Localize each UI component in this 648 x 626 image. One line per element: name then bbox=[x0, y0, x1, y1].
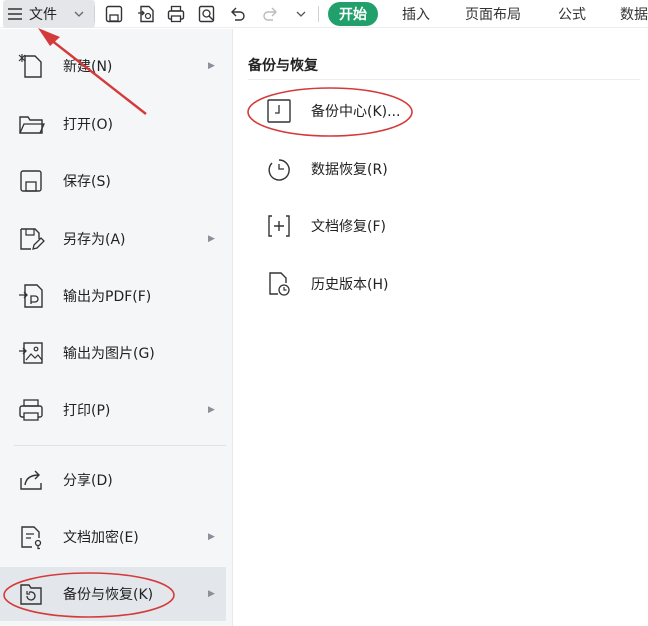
top-toolbar: 文件 开始 插入 页面布局 公式 数据 bbox=[0, 0, 648, 28]
tab-home[interactable]: 开始 bbox=[328, 2, 378, 26]
document-repair-icon bbox=[268, 215, 290, 237]
folder-icon bbox=[19, 116, 45, 134]
submenu-item-document-repair[interactable]: 文档修复(F) bbox=[260, 206, 560, 246]
sidebar-item-save[interactable]: 保存(S) bbox=[0, 154, 226, 208]
print-icon[interactable] bbox=[166, 4, 186, 24]
sidebar-item-label: 保存(S) bbox=[63, 174, 111, 190]
export-pdf-icon[interactable] bbox=[136, 4, 156, 24]
sidebar-item-new[interactable]: 新建(N) ▶ bbox=[0, 39, 226, 93]
tab-data[interactable]: 数据 bbox=[620, 0, 648, 28]
sidebar-item-encrypt[interactable]: 文档加密(E) ▶ bbox=[0, 510, 226, 564]
tab-page-layout[interactable]: 页面布局 bbox=[465, 0, 521, 28]
submenu-item-backup-center[interactable]: 备份中心(K)... bbox=[260, 91, 560, 131]
toolbar-divider bbox=[318, 6, 319, 22]
sidebar-item-share[interactable]: 分享(D) bbox=[0, 453, 226, 507]
panel-title: 备份与恢复 bbox=[248, 58, 318, 74]
more-dropdown-icon[interactable] bbox=[294, 7, 308, 21]
sidebar-item-export-image[interactable]: 输出为图片(G) bbox=[0, 326, 226, 380]
sidebar-item-label: 输出为PDF(F) bbox=[63, 289, 152, 305]
submenu-panel: 备份与恢复 备份中心(K)... 数据恢复(R) 文档修复(F) 历史版本(H) bbox=[234, 29, 648, 626]
redo-icon[interactable] bbox=[260, 4, 280, 24]
save-icon bbox=[20, 170, 42, 192]
encrypt-icon bbox=[21, 526, 42, 550]
toolbar-divider bbox=[94, 6, 95, 22]
submenu-arrow-icon: ▶ bbox=[208, 61, 215, 71]
sidebar-item-label: 打印(P) bbox=[63, 403, 111, 419]
pdf-export-icon bbox=[19, 284, 43, 308]
printer-icon bbox=[19, 399, 43, 421]
file-menu-sidebar: 新建(N) ▶ 打开(O) 保存(S) 另存为(A) ▶ 输出为PDF(F) 输… bbox=[0, 29, 233, 626]
file-menu-button[interactable]: 文件 bbox=[3, 0, 95, 28]
save-as-icon bbox=[20, 228, 45, 250]
backup-restore-icon bbox=[20, 584, 42, 605]
share-icon bbox=[20, 470, 42, 490]
sidebar-item-label: 输出为图片(G) bbox=[63, 346, 155, 362]
tab-insert[interactable]: 插入 bbox=[402, 0, 430, 28]
submenu-item-label: 文档修复(F) bbox=[311, 219, 386, 235]
sidebar-item-label: 备份与恢复(K) bbox=[63, 587, 154, 603]
print-preview-icon[interactable] bbox=[197, 4, 217, 24]
sidebar-item-label: 新建(N) bbox=[63, 59, 113, 75]
sidebar-item-label: 分享(D) bbox=[63, 473, 113, 489]
chevron-down-icon[interactable] bbox=[73, 8, 85, 20]
data-recovery-icon bbox=[268, 159, 290, 181]
panel-divider bbox=[248, 79, 640, 80]
submenu-item-data-recovery[interactable]: 数据恢复(R) bbox=[260, 149, 560, 189]
new-document-icon bbox=[18, 54, 42, 78]
submenu-arrow-icon: ▶ bbox=[208, 234, 215, 244]
submenu-arrow-icon: ▶ bbox=[208, 405, 215, 415]
backup-center-icon bbox=[267, 99, 291, 123]
sidebar-item-open[interactable]: 打开(O) bbox=[0, 97, 226, 151]
sidebar-item-backup-restore[interactable]: 备份与恢复(K) ▶ bbox=[0, 567, 226, 621]
file-menu-label: 文件 bbox=[29, 7, 57, 23]
submenu-item-label: 备份中心(K)... bbox=[311, 104, 401, 120]
sidebar-item-label: 另存为(A) bbox=[63, 232, 126, 248]
submenu-item-label: 历史版本(H) bbox=[311, 277, 389, 293]
history-version-icon bbox=[269, 272, 290, 296]
submenu-arrow-icon: ▶ bbox=[208, 532, 215, 542]
save-icon[interactable] bbox=[104, 4, 124, 24]
sidebar-item-export-pdf[interactable]: 输出为PDF(F) bbox=[0, 269, 226, 323]
sidebar-item-print[interactable]: 打印(P) ▶ bbox=[0, 383, 226, 437]
submenu-arrow-icon: ▶ bbox=[208, 589, 215, 599]
submenu-item-label: 数据恢复(R) bbox=[311, 162, 388, 178]
undo-icon[interactable] bbox=[228, 4, 248, 24]
tab-formula[interactable]: 公式 bbox=[558, 0, 586, 28]
sidebar-item-label: 文档加密(E) bbox=[63, 530, 139, 546]
hamburger-icon bbox=[8, 8, 22, 20]
submenu-item-history-version[interactable]: 历史版本(H) bbox=[260, 264, 560, 304]
sidebar-item-save-as[interactable]: 另存为(A) ▶ bbox=[0, 212, 226, 266]
menu-divider bbox=[14, 445, 226, 446]
sidebar-item-label: 打开(O) bbox=[63, 117, 113, 133]
image-export-icon bbox=[19, 342, 43, 364]
